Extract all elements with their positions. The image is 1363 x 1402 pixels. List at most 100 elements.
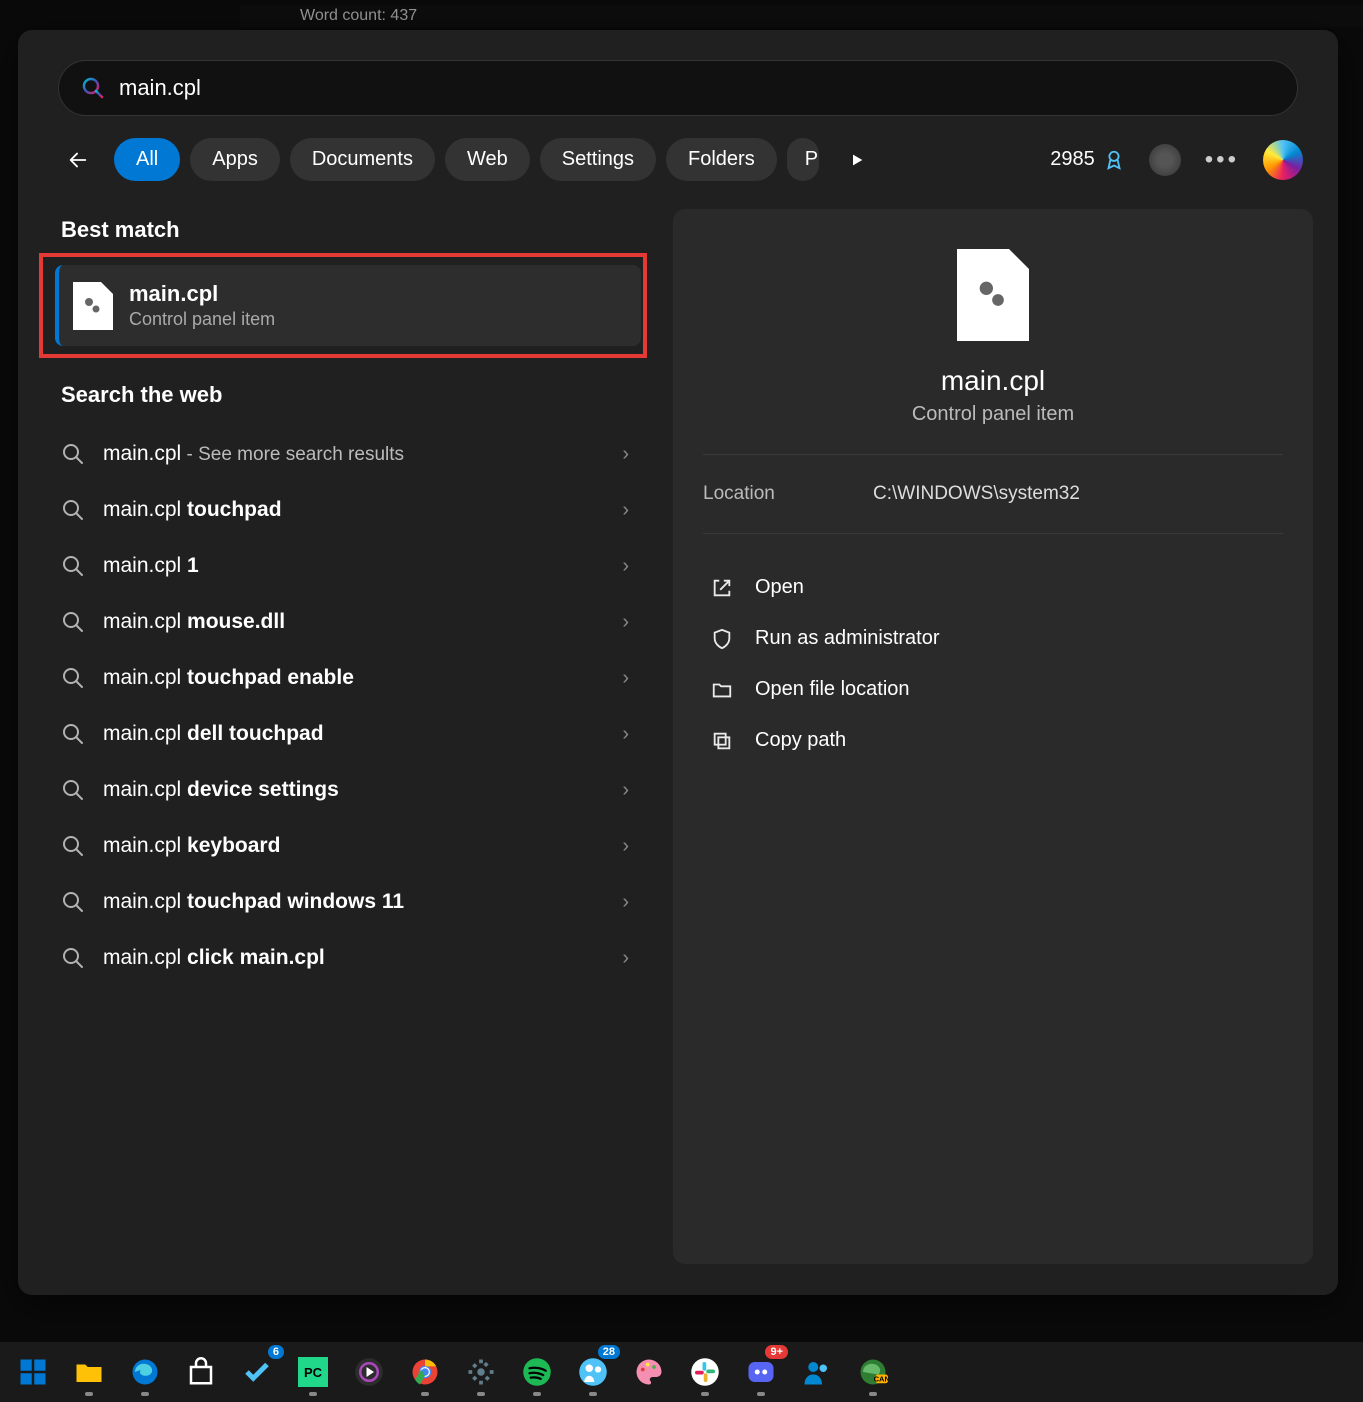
media-app[interactable] bbox=[346, 1349, 392, 1395]
copilot-button[interactable] bbox=[1263, 140, 1303, 180]
search-icon bbox=[61, 834, 85, 858]
app-status-bar: Word count: 437 bbox=[240, 5, 1363, 27]
filter-apps[interactable]: Apps bbox=[190, 138, 280, 181]
search-icon bbox=[61, 666, 85, 690]
action-open-location[interactable]: Open file location bbox=[703, 664, 1283, 715]
start-button[interactable] bbox=[10, 1349, 56, 1395]
search-bar[interactable] bbox=[58, 60, 1298, 116]
preview-pane: main.cpl Control panel item Location C:\… bbox=[673, 209, 1313, 1264]
web-result-text: main.cpl keyboard bbox=[103, 834, 622, 858]
search-web-heading: Search the web bbox=[61, 382, 653, 408]
edge-icon bbox=[130, 1357, 160, 1387]
location-row: Location C:\WINDOWS\system32 bbox=[703, 483, 1283, 505]
rewards-points[interactable]: 2985 bbox=[1050, 148, 1125, 171]
filter-all[interactable]: All bbox=[114, 138, 180, 181]
teams-icon bbox=[578, 1357, 608, 1387]
search-icon bbox=[61, 554, 85, 578]
web-result-9[interactable]: main.cpl click main.cpl› bbox=[43, 930, 653, 986]
scroll-filters-button[interactable] bbox=[837, 140, 877, 180]
web-result-text: main.cpl - See more search results bbox=[103, 442, 622, 466]
web-result-5[interactable]: main.cpl dell touchpad› bbox=[43, 706, 653, 762]
store-app[interactable] bbox=[178, 1349, 224, 1395]
filter-more-cut[interactable]: P bbox=[787, 138, 819, 181]
spotify-icon bbox=[522, 1357, 552, 1387]
word-count: Word count: 437 bbox=[300, 7, 417, 25]
search-icon bbox=[61, 946, 85, 970]
paint-app[interactable] bbox=[626, 1349, 672, 1395]
check-icon bbox=[242, 1357, 272, 1387]
action-run-admin[interactable]: Run as administrator bbox=[703, 613, 1283, 664]
chevron-right-icon: › bbox=[622, 443, 629, 466]
people-icon bbox=[802, 1357, 832, 1387]
web-result-0[interactable]: main.cpl - See more search results› bbox=[43, 426, 653, 482]
discord-badge: 9+ bbox=[765, 1345, 788, 1359]
todo-badge: 6 bbox=[268, 1345, 284, 1359]
web-result-3[interactable]: main.cpl mouse.dll› bbox=[43, 594, 653, 650]
web-result-text: main.cpl mouse.dll bbox=[103, 610, 622, 634]
palette-icon bbox=[634, 1357, 664, 1387]
search-icon bbox=[61, 722, 85, 746]
search-input[interactable] bbox=[119, 75, 1275, 101]
todo-app[interactable]: 6 bbox=[234, 1349, 280, 1395]
location-label: Location bbox=[703, 483, 873, 505]
rewards-icon bbox=[1103, 149, 1125, 171]
edge-canary-icon: CAN bbox=[858, 1357, 888, 1387]
web-result-2[interactable]: main.cpl 1› bbox=[43, 538, 653, 594]
back-button[interactable] bbox=[58, 140, 98, 180]
best-match-result[interactable]: main.cpl Control panel item bbox=[51, 261, 645, 350]
web-result-1[interactable]: main.cpl touchpad› bbox=[43, 482, 653, 538]
settings-app[interactable] bbox=[458, 1349, 504, 1395]
web-result-text: main.cpl touchpad windows 11 bbox=[103, 890, 622, 914]
pycharm-app[interactable]: PC bbox=[290, 1349, 336, 1395]
filter-row: All Apps Documents Web Settings Folders … bbox=[58, 138, 1313, 181]
play-icon bbox=[849, 152, 865, 168]
chrome-app[interactable] bbox=[402, 1349, 448, 1395]
search-icon bbox=[61, 442, 85, 466]
filter-web[interactable]: Web bbox=[445, 138, 530, 181]
action-open[interactable]: Open bbox=[703, 562, 1283, 613]
arrow-left-icon bbox=[67, 149, 89, 171]
store-icon bbox=[186, 1357, 216, 1387]
svg-text:CAN: CAN bbox=[874, 1374, 888, 1383]
copy-icon bbox=[711, 730, 733, 752]
edge-app[interactable] bbox=[122, 1349, 168, 1395]
discord-icon bbox=[746, 1357, 776, 1387]
shield-icon bbox=[711, 628, 733, 650]
spotify-app[interactable] bbox=[514, 1349, 560, 1395]
open-icon bbox=[711, 577, 733, 599]
web-result-text: main.cpl dell touchpad bbox=[103, 722, 622, 746]
discord-app[interactable]: 9+ bbox=[738, 1349, 784, 1395]
more-options-button[interactable]: ••• bbox=[1205, 146, 1239, 174]
explorer-app[interactable] bbox=[66, 1349, 112, 1395]
web-result-8[interactable]: main.cpl touchpad windows 11› bbox=[43, 874, 653, 930]
search-icon bbox=[61, 890, 85, 914]
slack-app[interactable] bbox=[682, 1349, 728, 1395]
cpl-file-icon bbox=[73, 282, 113, 330]
filter-documents[interactable]: Documents bbox=[290, 138, 435, 181]
search-icon bbox=[61, 778, 85, 802]
gear-icon bbox=[466, 1357, 496, 1387]
chevron-right-icon: › bbox=[622, 779, 629, 802]
best-match-heading: Best match bbox=[61, 217, 653, 243]
chevron-right-icon: › bbox=[622, 835, 629, 858]
user-avatar[interactable] bbox=[1149, 144, 1181, 176]
location-value: C:\WINDOWS\system32 bbox=[873, 483, 1080, 505]
web-result-6[interactable]: main.cpl device settings› bbox=[43, 762, 653, 818]
filter-folders[interactable]: Folders bbox=[666, 138, 777, 181]
pycharm-icon: PC bbox=[298, 1357, 328, 1387]
action-copy-path[interactable]: Copy path bbox=[703, 715, 1283, 766]
teams-app[interactable]: 28 bbox=[570, 1349, 616, 1395]
filter-settings[interactable]: Settings bbox=[540, 138, 656, 181]
edge-canary-app[interactable]: CAN bbox=[850, 1349, 896, 1395]
people-app[interactable] bbox=[794, 1349, 840, 1395]
web-result-4[interactable]: main.cpl touchpad enable› bbox=[43, 650, 653, 706]
divider bbox=[703, 533, 1283, 534]
preview-subtitle: Control panel item bbox=[703, 403, 1283, 426]
chevron-right-icon: › bbox=[622, 555, 629, 578]
folder-icon bbox=[711, 679, 733, 701]
chevron-right-icon: › bbox=[622, 891, 629, 914]
web-result-7[interactable]: main.cpl keyboard› bbox=[43, 818, 653, 874]
web-result-text: main.cpl touchpad enable bbox=[103, 666, 622, 690]
search-icon bbox=[61, 498, 85, 522]
chrome-icon bbox=[410, 1357, 440, 1387]
